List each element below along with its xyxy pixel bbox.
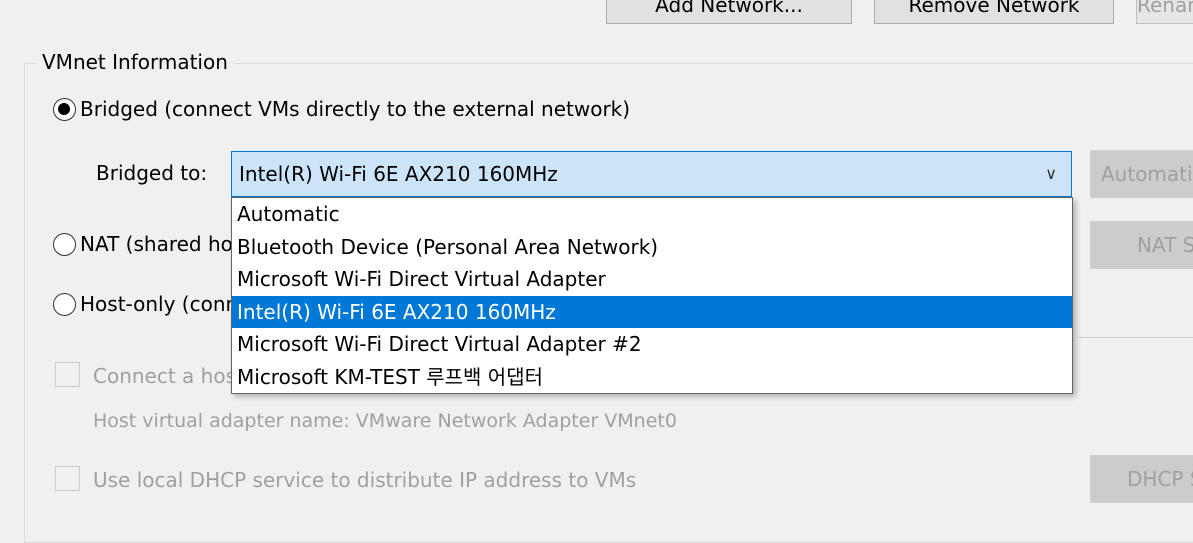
bridged-radio-label: Bridged (connect VMs directly to the ext… <box>80 97 631 121</box>
separator-line <box>1078 337 1193 338</box>
bridged-to-value: Intel(R) Wi-Fi 6E AX210 160MHz <box>239 162 558 186</box>
nat-settings-button[interactable]: NAT Settings... <box>1090 221 1193 269</box>
dhcp-settings-button[interactable]: DHCP Settings... <box>1090 455 1193 503</box>
host-adapter-name-text: Host virtual adapter name: VMware Networ… <box>93 410 677 432</box>
dropdown-option-bluetooth-device[interactable]: Bluetooth Device (Personal Area Network) <box>232 231 1072 264</box>
chevron-down-icon[interactable]: ∨ <box>1045 161 1057 187</box>
rename-network-button[interactable]: Rename Network... <box>1136 0 1193 24</box>
bridged-to-combobox[interactable]: Intel(R) Wi-Fi 6E AX210 160MHz ∨ <box>231 151 1072 197</box>
dropdown-option-km-test-loopback[interactable]: Microsoft KM-TEST 루프백 어댑터 <box>232 361 1072 394</box>
dropdown-option-wifi-direct-adapter-2[interactable]: Microsoft Wi-Fi Direct Virtual Adapter #… <box>232 328 1072 361</box>
connect-host-adapter-checkbox[interactable] <box>55 362 80 387</box>
dropdown-option-intel-wifi-6e[interactable]: Intel(R) Wi-Fi 6E AX210 160MHz <box>232 295 1072 328</box>
bridged-radio-button[interactable] <box>53 97 76 121</box>
dhcp-checkbox[interactable] <box>55 466 80 491</box>
bridged-radio-option[interactable]: Bridged (connect VMs directly to the ext… <box>53 97 630 121</box>
bridged-to-dropdown-list[interactable]: Automatic Bluetooth Device (Personal Are… <box>231 197 1073 394</box>
add-network-button[interactable]: Add Network... <box>606 0 852 24</box>
remove-network-button[interactable]: Remove Network <box>874 0 1114 24</box>
dropdown-option-automatic[interactable]: Automatic <box>232 198 1072 231</box>
vmnet-information-title: VMnet Information <box>36 49 234 75</box>
dropdown-option-wifi-direct-adapter[interactable]: Microsoft Wi-Fi Direct Virtual Adapter <box>232 263 1072 296</box>
dhcp-label: Use local DHCP service to distribute IP … <box>93 468 637 492</box>
bridged-to-label: Bridged to: <box>96 161 208 185</box>
nat-radio-button[interactable] <box>53 232 76 256</box>
automatic-settings-button[interactable]: Automatic Settings... <box>1090 150 1193 198</box>
host-only-radio-button[interactable] <box>53 292 76 316</box>
